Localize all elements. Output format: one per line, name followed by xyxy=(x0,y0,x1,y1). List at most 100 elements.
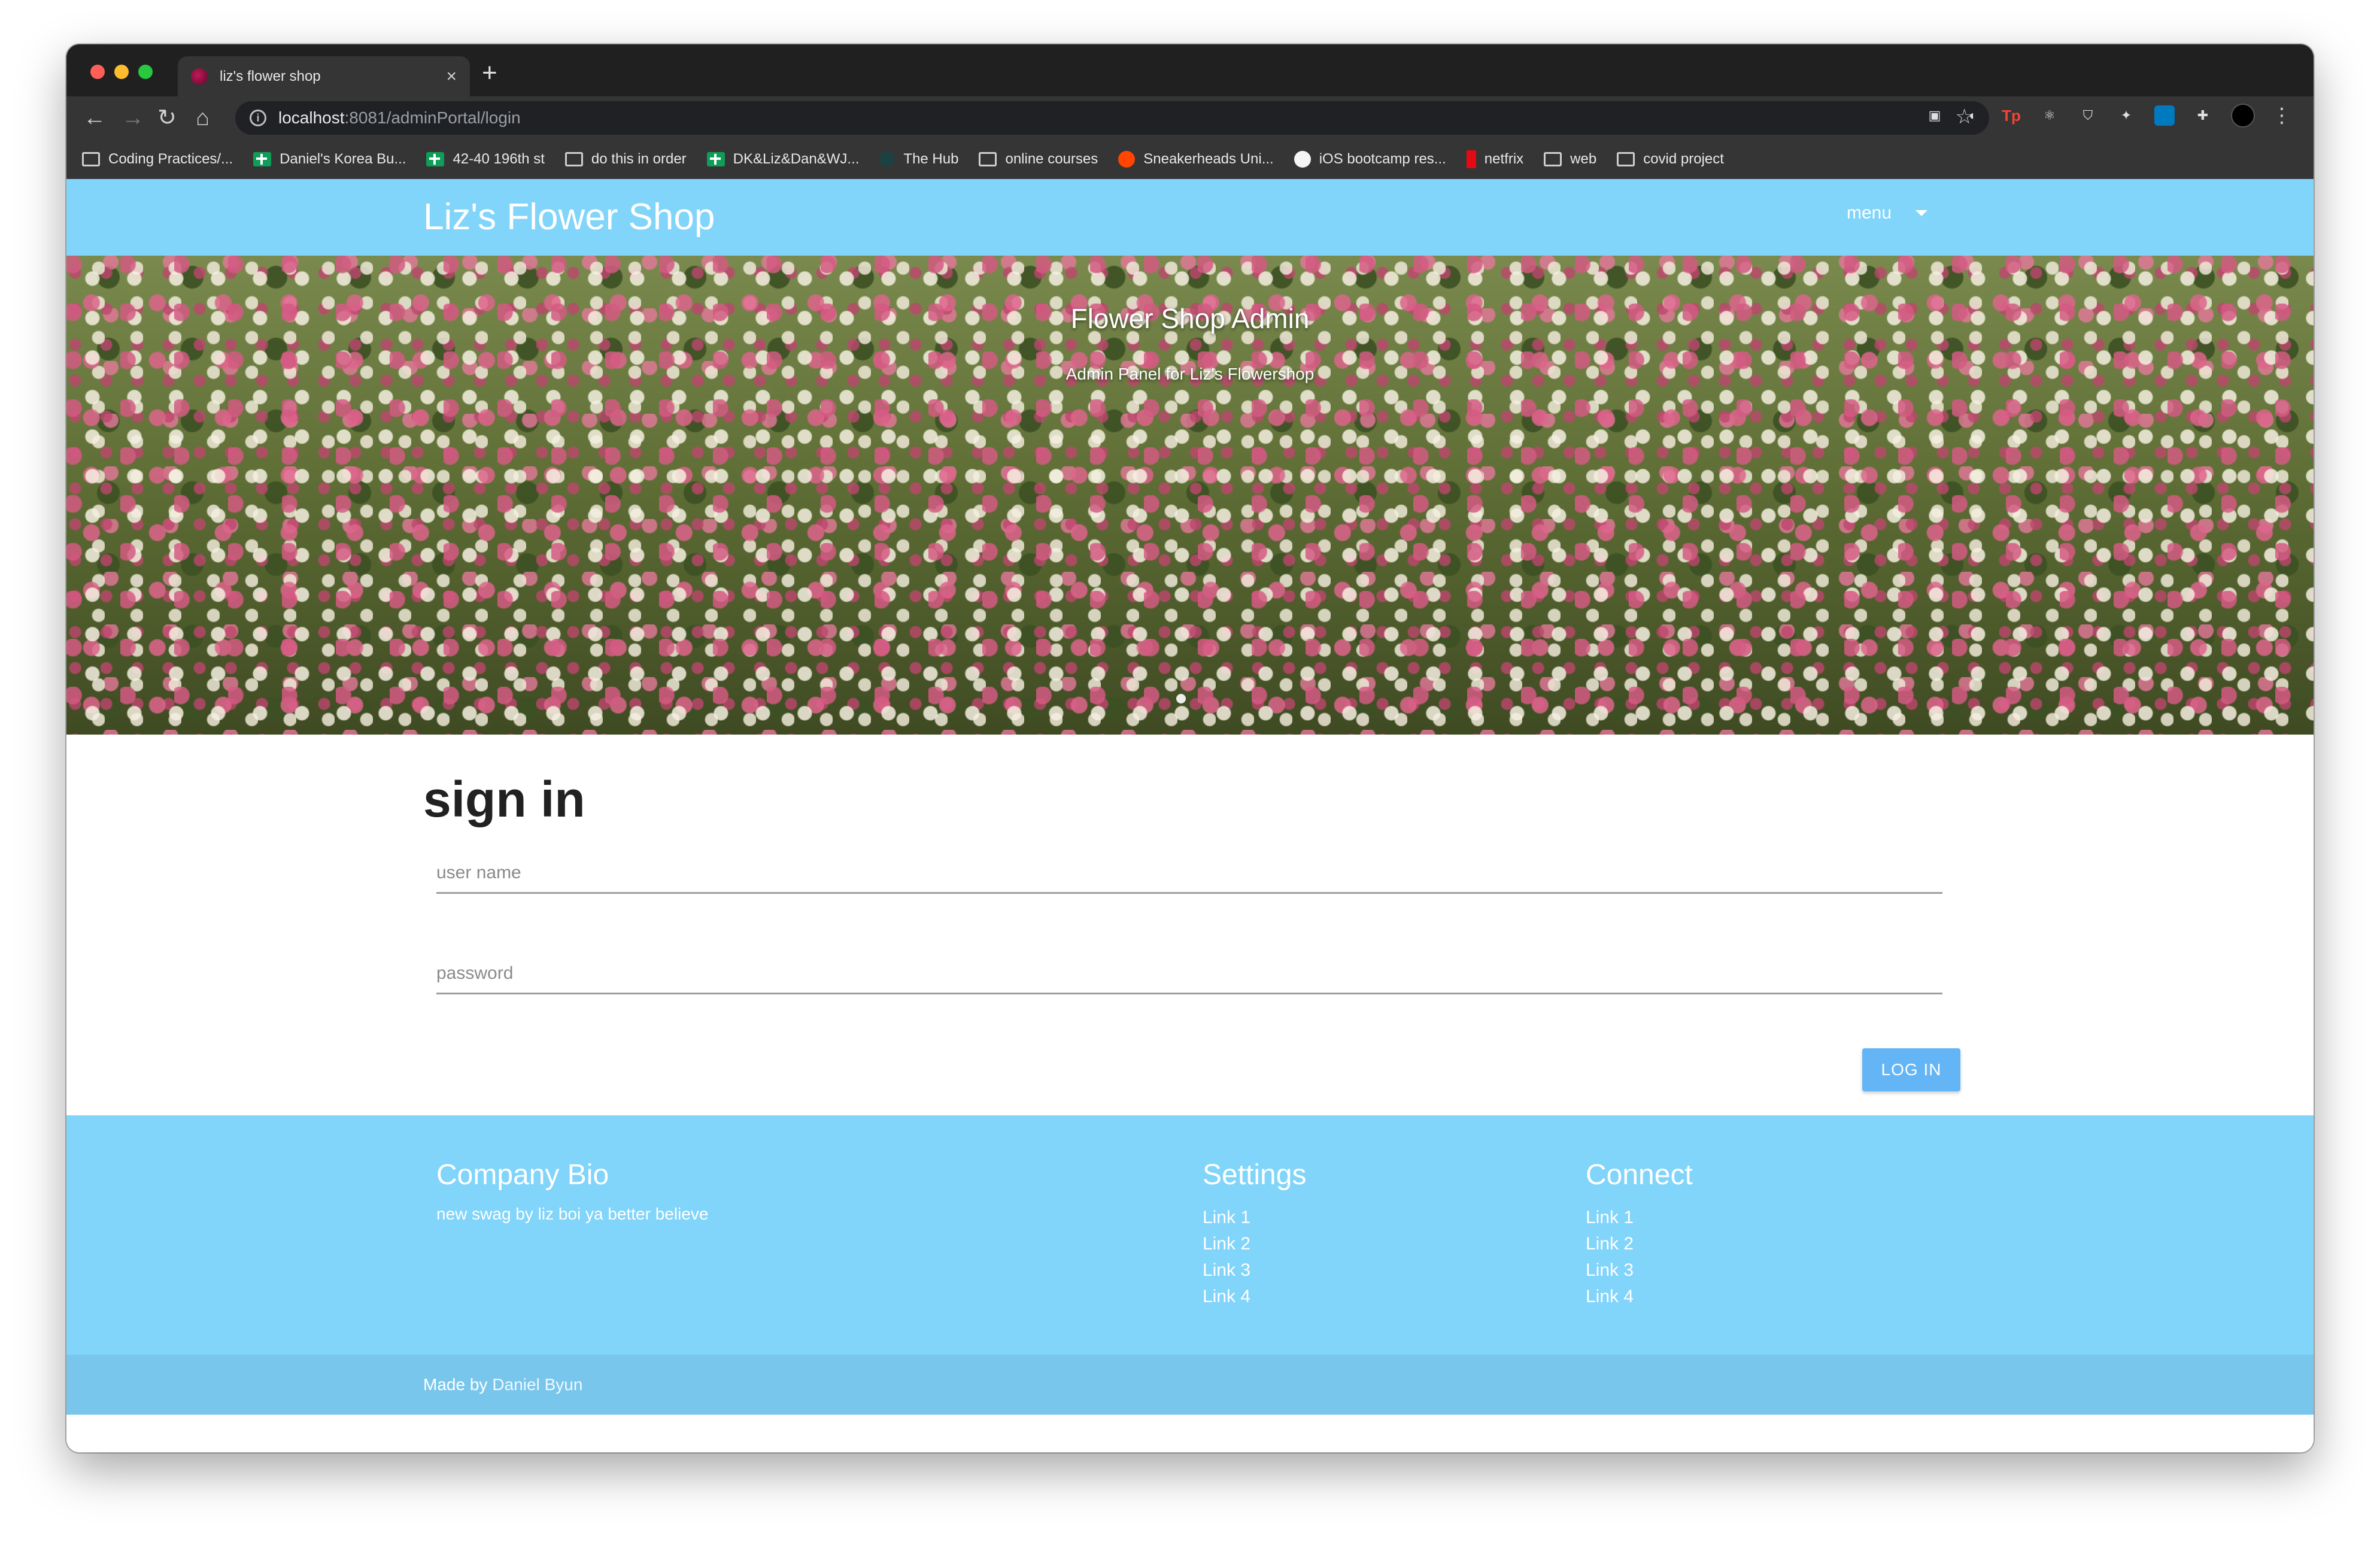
trello-extension-icon[interactable] xyxy=(2154,105,2175,126)
bookmark-item[interactable]: iOS bootcamp res... xyxy=(1294,151,1446,168)
bookmark-item[interactable]: netfrix xyxy=(1466,150,1524,168)
address-bar[interactable]: i localhost :8081/adminPortal/login ☆ xyxy=(235,101,1989,135)
shield-extension-icon[interactable]: ⛉ xyxy=(2078,105,2098,126)
minimize-window-button[interactable] xyxy=(114,65,129,79)
bookmark-label: covid project xyxy=(1643,151,1724,167)
hub-icon xyxy=(879,151,895,167)
kebab-menu-icon[interactable]: ⋮ xyxy=(2272,105,2292,126)
bookmark-label: The Hub xyxy=(903,151,959,167)
extensions-bar: ▣ ◐ Tp ⚛ ⛉ ✦ ✚ ⋮ xyxy=(1924,104,2292,128)
profile-avatar[interactable] xyxy=(2231,104,2255,128)
bookmark-label: DK&Liz&Dan&WJ... xyxy=(733,151,860,167)
hero-title: Flower Shop Admin xyxy=(1070,303,1310,334)
close-tab-icon[interactable]: × xyxy=(446,66,457,87)
extension-icon[interactable]: ✦ xyxy=(2116,105,2136,126)
footer-heading: Settings xyxy=(1203,1159,1307,1191)
footer-link[interactable]: Link 4 xyxy=(1203,1284,1306,1310)
puzzle-extensions-icon[interactable]: ✚ xyxy=(2193,105,2213,126)
folder-icon xyxy=(979,152,997,166)
signin-form: sign in LOG IN xyxy=(66,735,2314,1115)
password-field xyxy=(436,943,1942,994)
close-window-button[interactable] xyxy=(90,65,105,79)
hero-banner: Flower Shop Admin Admin Panel for Liz's … xyxy=(66,256,2314,735)
footer-connect: Connect Link 1 Link 2 Link 3 Link 4 xyxy=(1586,1158,1693,1310)
footer-link[interactable]: Link 3 xyxy=(1586,1257,1693,1284)
tab-strip: liz's flower shop × + xyxy=(66,44,2314,96)
site-navbar: Liz's Flower Shop menu xyxy=(66,179,2314,256)
footer-heading: Connect xyxy=(1586,1159,1693,1191)
company-bio-text: new swag by liz boi ya better believe xyxy=(436,1205,709,1223)
folder-icon xyxy=(1617,152,1635,166)
carousel-indicator[interactable] xyxy=(1176,694,1186,703)
browser-chrome: liz's flower shop × + ← → ↻ ⌂ i localhos… xyxy=(66,44,2314,179)
bookmark-item[interactable]: covid project xyxy=(1617,151,1724,168)
menu-label: menu xyxy=(1847,203,1892,223)
new-tab-icon[interactable]: + xyxy=(482,60,497,86)
menu-dropdown[interactable]: menu xyxy=(1847,203,1928,223)
url-host: localhost xyxy=(278,108,345,127)
caret-down-icon xyxy=(1915,210,1928,216)
bookmark-label: 42-40 196th st xyxy=(453,151,545,167)
username-input[interactable] xyxy=(436,842,1942,892)
bookmark-label: iOS bootcamp res... xyxy=(1319,151,1446,167)
footer-link[interactable]: Link 2 xyxy=(1203,1231,1306,1257)
footer-link[interactable]: Link 1 xyxy=(1586,1205,1693,1231)
brand-logo[interactable]: Liz's Flower Shop xyxy=(423,196,715,238)
bookmark-item[interactable]: DK&Liz&Dan&WJ... xyxy=(706,151,860,168)
bookmark-item[interactable]: 42-40 196th st xyxy=(426,151,545,168)
home-icon[interactable]: ⌂ xyxy=(196,102,210,134)
site-footer: Company Bio new swag by liz boi ya bette… xyxy=(66,1115,2314,1355)
bookmark-item[interactable]: Coding Practices/... xyxy=(82,151,233,168)
made-by-label: Made by xyxy=(423,1375,488,1394)
bookmark-item[interactable]: The Hub xyxy=(879,151,958,168)
reload-icon[interactable]: ↻ xyxy=(157,102,177,134)
bookmark-item[interactable]: online courses xyxy=(979,151,1098,168)
bookmark-label: netfrix xyxy=(1484,151,1524,167)
footer-link[interactable]: Link 3 xyxy=(1203,1257,1306,1284)
bookmark-item[interactable]: do this in order xyxy=(564,151,687,168)
password-input[interactable] xyxy=(436,943,1942,993)
extension-icon[interactable]: ◐ xyxy=(1963,105,1983,126)
forward-arrow-icon[interactable]: → xyxy=(122,102,144,134)
tab-active[interactable]: liz's flower shop × xyxy=(178,56,470,96)
back-arrow-icon[interactable]: ← xyxy=(83,102,106,134)
footer-company-bio: Company Bio new swag by liz boi ya bette… xyxy=(436,1158,708,1224)
site-info-icon[interactable]: i xyxy=(250,110,266,126)
flower-favicon-icon xyxy=(191,68,208,85)
extension-tp-icon[interactable]: Tp xyxy=(2001,105,2021,126)
folder-icon xyxy=(564,152,583,166)
bookmark-label: web xyxy=(1570,151,1597,167)
bookmark-label: Sneakerheads Uni... xyxy=(1143,151,1274,167)
url-path: :8081/adminPortal/login xyxy=(344,108,521,127)
footer-heading: Company Bio xyxy=(436,1159,609,1191)
extension-icon[interactable]: ▣ xyxy=(1924,105,1945,126)
browser-toolbar: ← → ↻ ⌂ i localhost :8081/adminPortal/lo… xyxy=(66,96,2314,139)
ios-icon xyxy=(1294,151,1311,168)
hero-subtitle: Admin Panel for Liz's Flowershop xyxy=(1065,365,1315,383)
bookmark-label: online courses xyxy=(1005,151,1098,167)
sheets-icon xyxy=(706,152,725,166)
login-button[interactable]: LOG IN xyxy=(1862,1048,1960,1091)
bookmark-label: Coding Practices/... xyxy=(108,151,233,167)
bookmark-item[interactable]: web xyxy=(1544,151,1596,168)
footer-link[interactable]: Link 4 xyxy=(1586,1284,1693,1310)
tab-title: liz's flower shop xyxy=(220,68,321,84)
bookmark-label: do this in order xyxy=(591,151,687,167)
footer-link[interactable]: Link 2 xyxy=(1586,1231,1693,1257)
web-page: Liz's Flower Shop menu Flower Shop Admin… xyxy=(66,179,2314,1452)
footer-link[interactable]: Link 1 xyxy=(1203,1205,1306,1231)
footer-settings: Settings Link 1 Link 2 Link 3 Link 4 xyxy=(1203,1158,1306,1310)
folder-icon xyxy=(82,152,100,166)
maximize-window-button[interactable] xyxy=(138,65,153,79)
bookmark-label: Daniel's Korea Bu... xyxy=(280,151,406,167)
page-title: sign in xyxy=(423,771,585,827)
bookmark-item[interactable]: Sneakerheads Uni... xyxy=(1118,151,1274,168)
username-field xyxy=(436,842,1942,894)
author-link[interactable]: Daniel Byun xyxy=(492,1375,582,1394)
bookmark-item[interactable]: Daniel's Korea Bu... xyxy=(253,151,406,168)
sheets-icon xyxy=(426,152,445,166)
browser-window: liz's flower shop × + ← → ↻ ⌂ i localhos… xyxy=(66,44,2314,1452)
reddit-icon xyxy=(1118,151,1136,168)
footer-copyright: Made by Daniel Byun xyxy=(66,1355,2314,1415)
react-devtools-icon[interactable]: ⚛ xyxy=(2039,105,2060,126)
